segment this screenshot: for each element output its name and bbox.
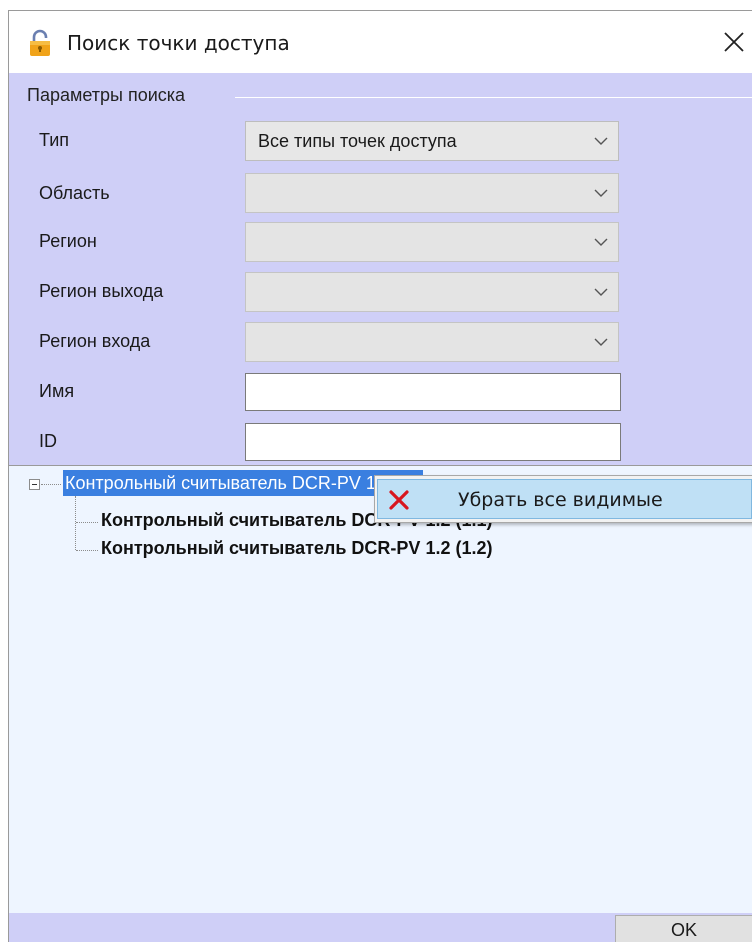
type-dropdown[interactable]: Все типы точек доступа	[245, 121, 619, 161]
region-label: Регион	[39, 231, 97, 251]
name-label: Имя	[39, 381, 75, 401]
context-menu: Убрать все видимые	[374, 475, 752, 523]
type-dropdown-value: Все типы точек доступа	[258, 131, 457, 151]
lock-open-icon	[30, 29, 50, 56]
chevron-down-icon	[594, 238, 608, 246]
name-input[interactable]	[245, 373, 621, 411]
remove-all-visible-menu-item[interactable]: Убрать все видимые	[377, 479, 752, 519]
access-point-tree[interactable]: Контрольный считыватель DCR-PV 1.2 Контр…	[9, 465, 752, 913]
exit-region-label: Регион выхода	[39, 281, 164, 301]
close-icon[interactable]	[717, 25, 751, 59]
tree-connector	[75, 496, 76, 550]
entry-region-dropdown[interactable]	[245, 322, 619, 362]
menu-item-label: Убрать все видимые	[458, 489, 663, 511]
entry-region-label: Регион входа	[39, 331, 151, 351]
search-params-panel: Параметры поиска Тип Все типы точек дост…	[9, 73, 752, 465]
exit-region-dropdown[interactable]	[245, 272, 619, 312]
type-label: Тип	[39, 130, 70, 150]
title-bar: Поиск точки доступа	[9, 11, 752, 73]
chevron-down-icon	[594, 189, 608, 197]
collapse-toggle[interactable]	[29, 479, 40, 490]
search-params-header: Параметры поиска	[27, 85, 186, 105]
search-access-point-dialog: Поиск точки доступа Параметры поиска Тип…	[8, 10, 752, 942]
ok-button[interactable]: OK	[615, 915, 752, 942]
chevron-down-icon	[594, 288, 608, 296]
region-dropdown[interactable]	[245, 222, 619, 262]
id-input[interactable]	[245, 423, 621, 461]
tree-connector	[76, 522, 98, 523]
red-x-icon	[389, 490, 409, 510]
area-dropdown[interactable]	[245, 173, 619, 213]
button-bar: OK	[9, 913, 752, 942]
chevron-down-icon	[594, 137, 608, 145]
id-label: ID	[39, 431, 57, 451]
window-title: Поиск точки доступа	[67, 31, 290, 55]
group-divider	[235, 97, 752, 98]
tree-connector	[41, 484, 61, 485]
tree-root-item[interactable]: Контрольный считыватель DCR-PV 1.2	[63, 470, 423, 496]
tree-child-item[interactable]: Контрольный считыватель DCR-PV 1.2 (1.2)	[101, 538, 492, 559]
area-label: Область	[39, 183, 110, 203]
tree-connector	[76, 550, 98, 551]
chevron-down-icon	[594, 338, 608, 346]
